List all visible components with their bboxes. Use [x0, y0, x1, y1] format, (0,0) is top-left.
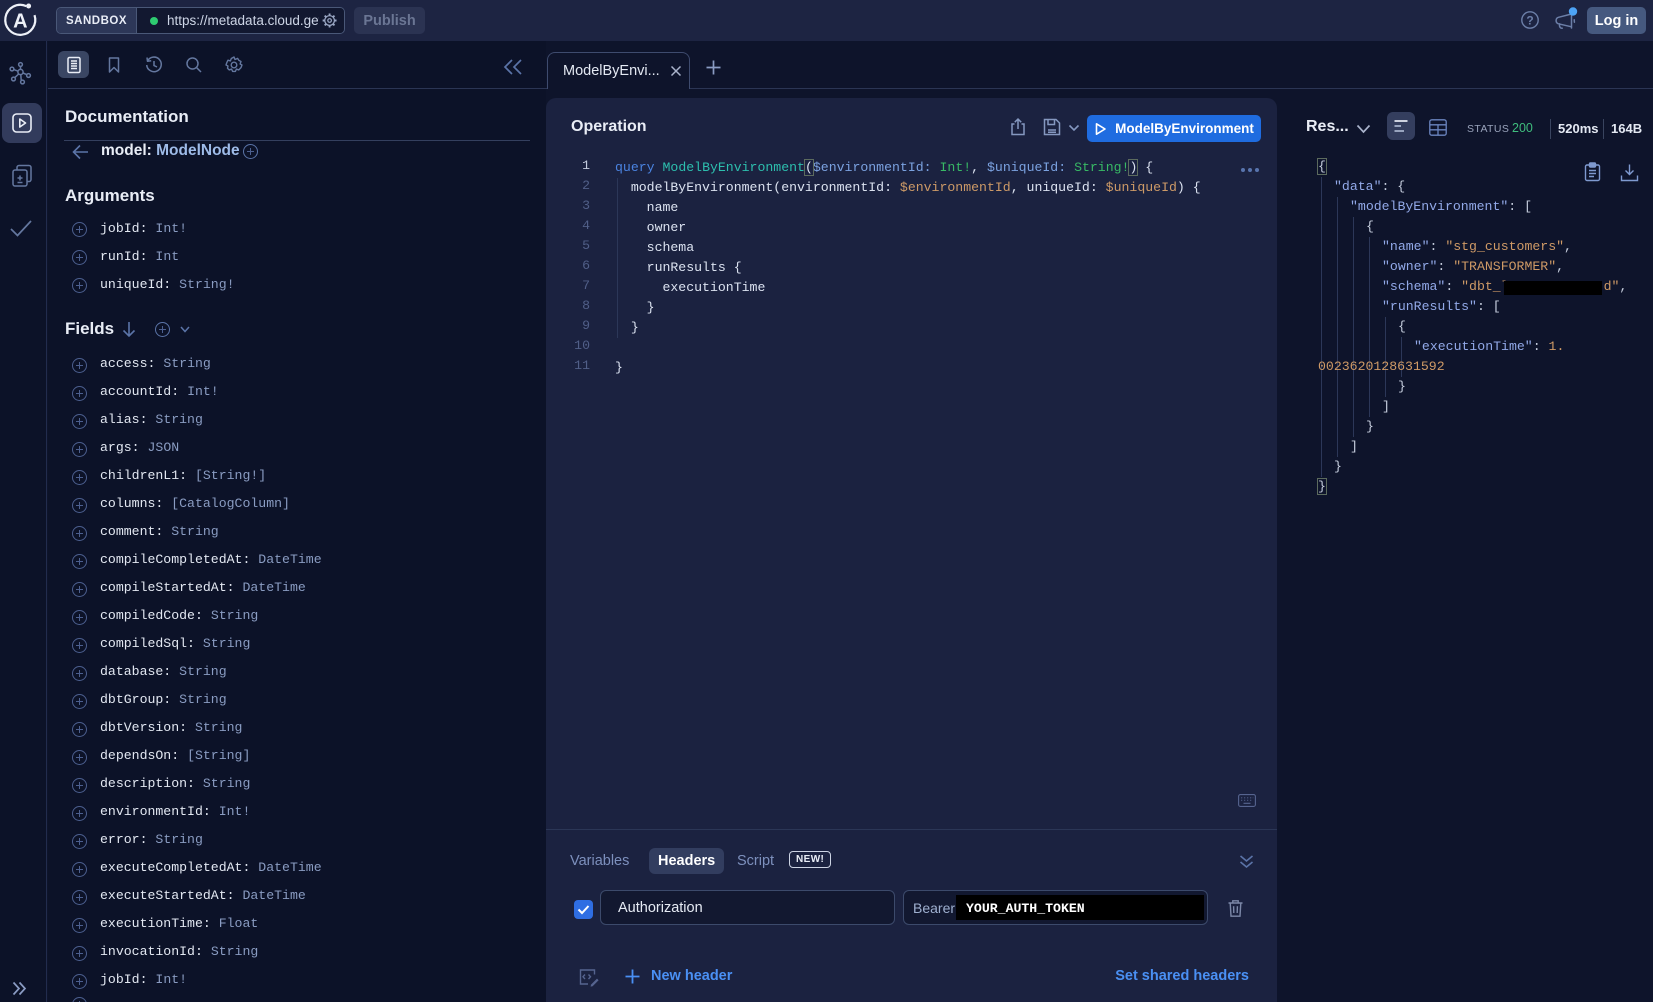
svg-text:A: A — [13, 11, 27, 33]
svg-text:?: ? — [1526, 14, 1533, 28]
